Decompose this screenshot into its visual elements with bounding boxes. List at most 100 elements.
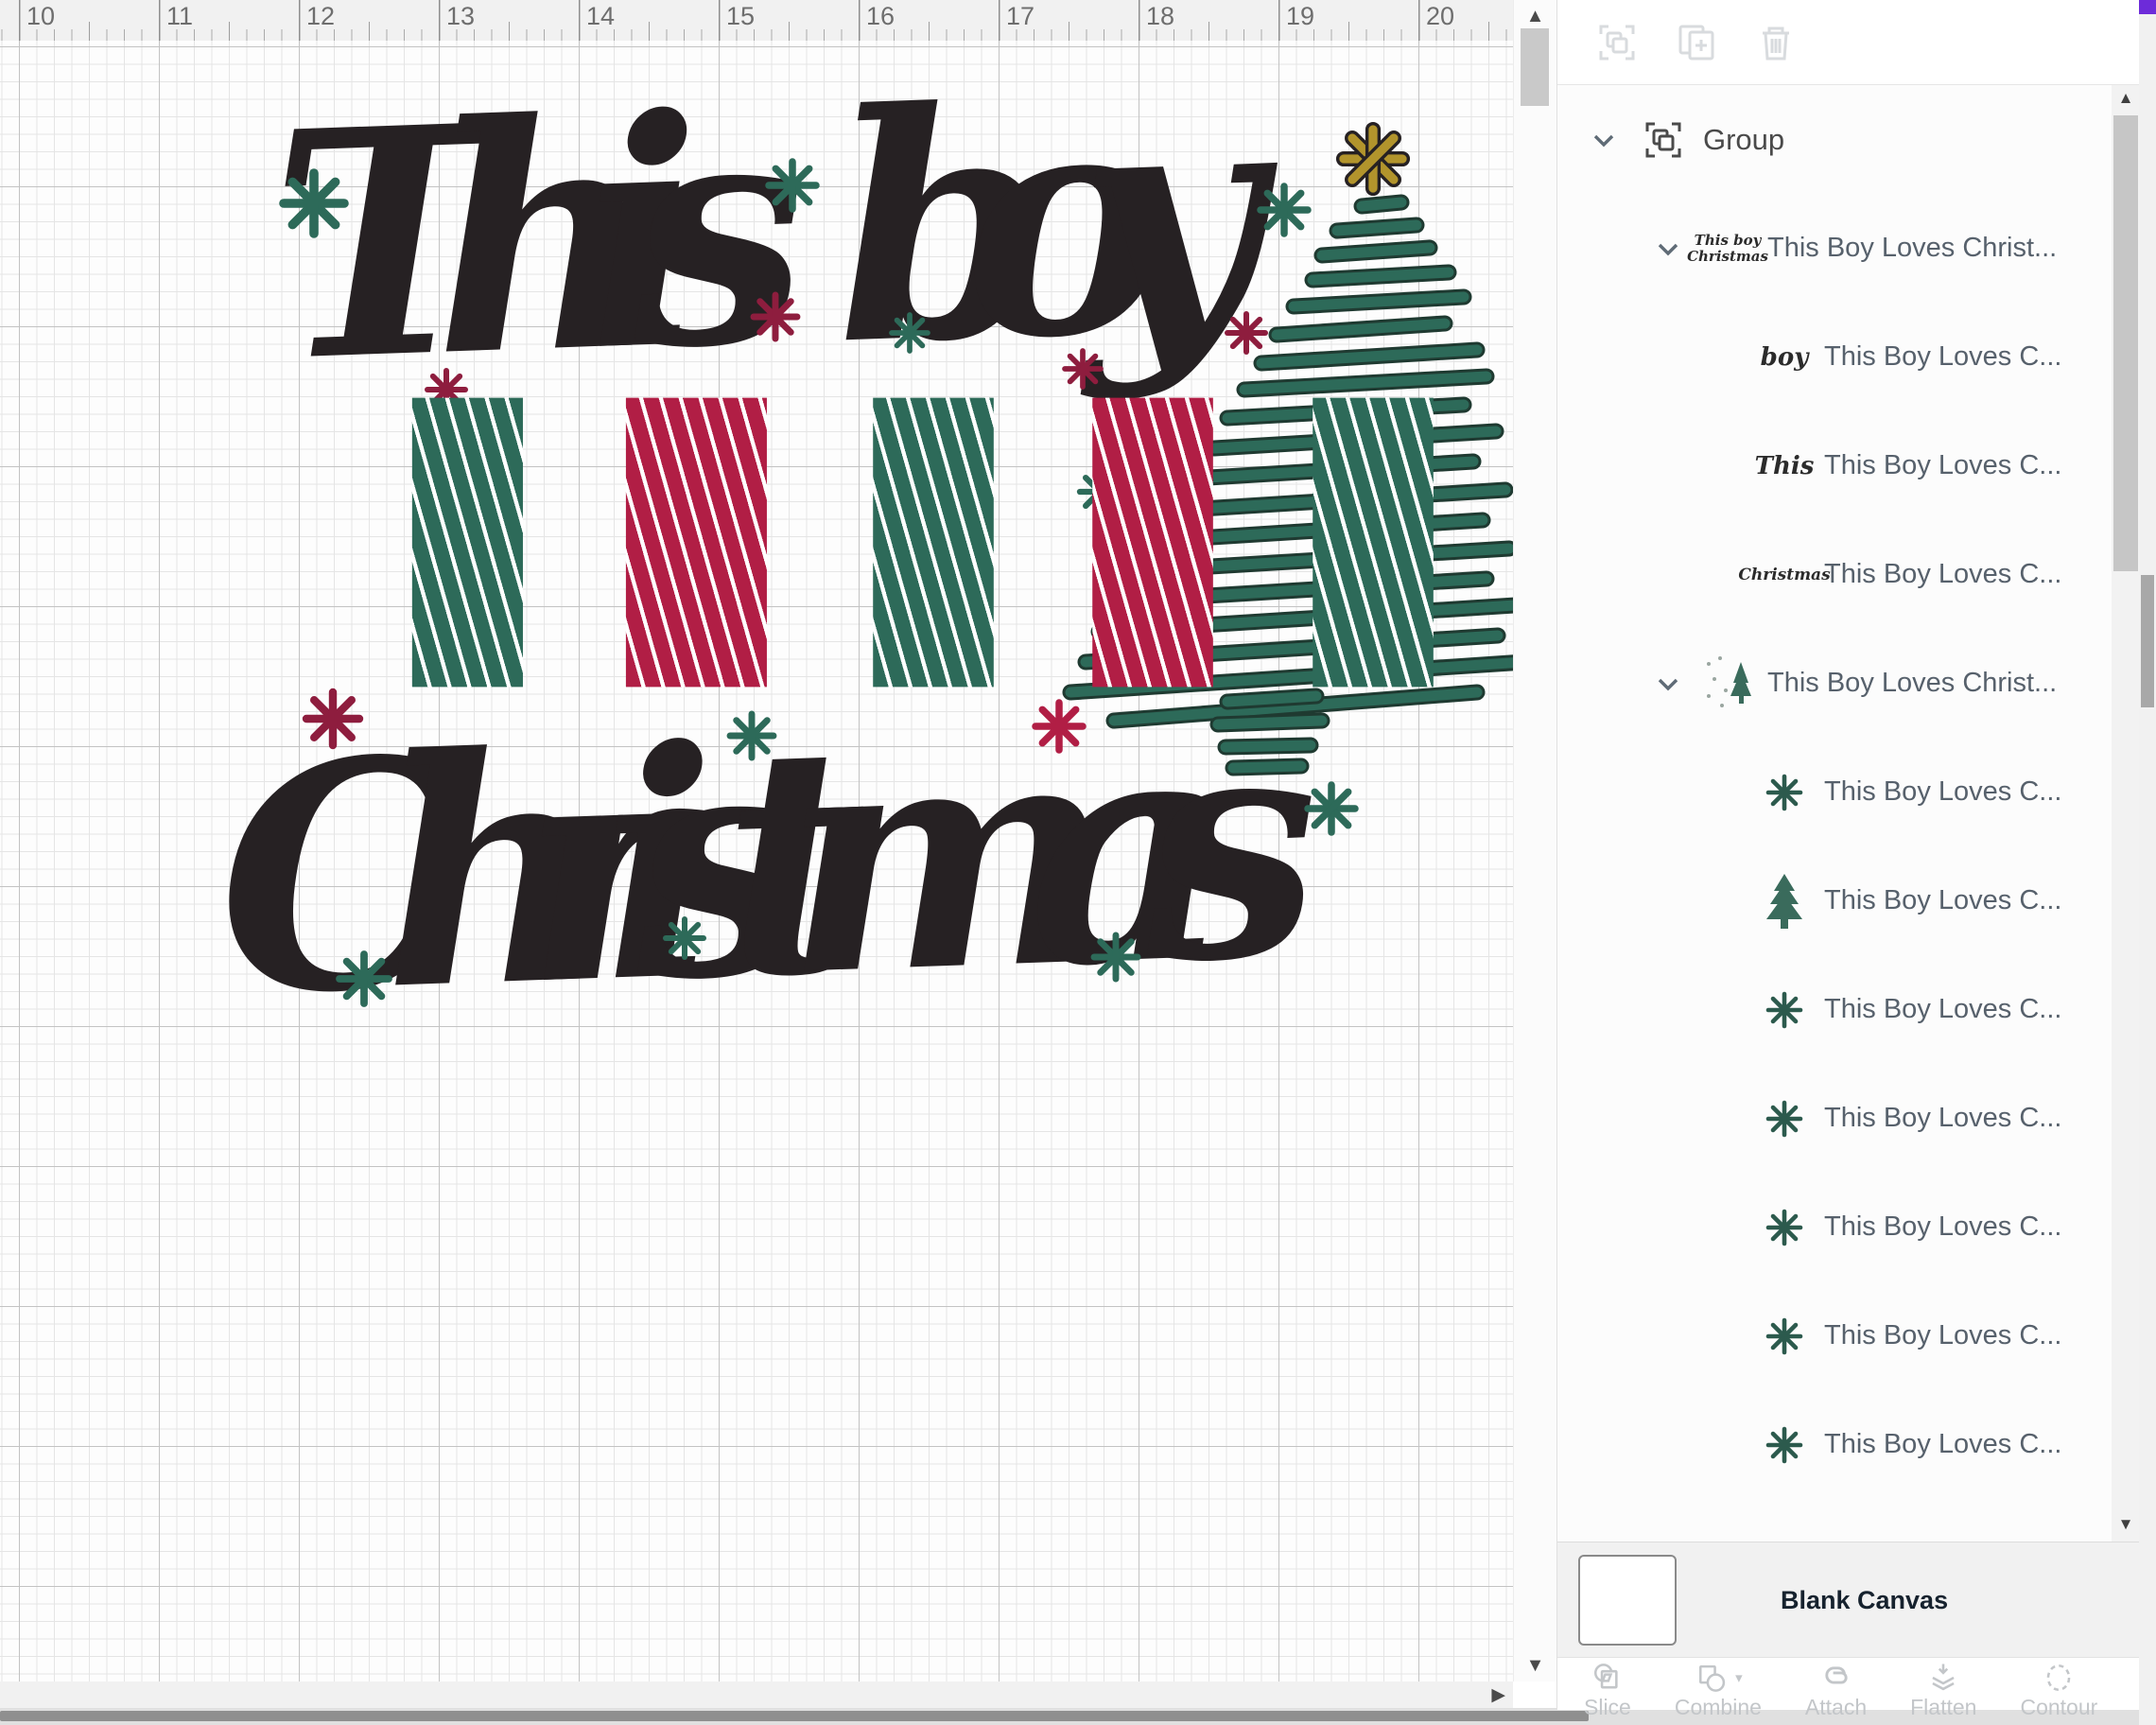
blank-canvas-thumbnail[interactable] <box>1578 1555 1677 1646</box>
ruler-number: 19 <box>1286 2 1315 30</box>
loves-letter[interactable]: V <box>873 397 995 688</box>
slice-icon <box>1593 1664 1618 1689</box>
layers-scroll-up-icon[interactable]: ▲ <box>2112 89 2140 108</box>
snowflake-thumbnail <box>1758 759 1811 826</box>
ruler-number: 11 <box>166 2 194 30</box>
scroll-down-icon[interactable]: ▼ <box>1514 1655 1556 1677</box>
layers-scroll-down-icon[interactable]: ▼ <box>2112 1515 2140 1534</box>
ruler-number: 14 <box>586 2 616 30</box>
chevron-down-icon[interactable] <box>1588 124 1620 156</box>
horizontal-ruler: 10 11 12 13 14 15 16 17 18 19 20 <box>0 0 1513 42</box>
scroll-right-icon[interactable]: ▶ <box>1491 1684 1505 1706</box>
attach-button[interactable]: Attach <box>1805 1658 1867 1719</box>
tree-thumbnail <box>1758 868 1811 934</box>
layer-label: This Boy Loves C... <box>1824 559 2062 589</box>
window-vertical-scrollbar[interactable] <box>2139 0 2156 1725</box>
text-layers-thumbnail: This boy Christmas <box>1687 231 1768 265</box>
text-layer-thumbnail: boy <box>1760 342 1809 372</box>
layer-label: This Boy Loves Christ... <box>1767 668 2058 698</box>
layers-panel-toolbar <box>1557 0 2140 85</box>
layer-label: This Boy Loves C... <box>1824 885 2062 915</box>
loves-letter[interactable]: E <box>1092 397 1214 688</box>
layer-label: This Boy Loves C... <box>1824 776 2062 807</box>
canvas-grid[interactable] <box>0 41 1513 1681</box>
layer-label: Group <box>1703 122 1785 156</box>
group-button[interactable] <box>1595 21 1639 64</box>
vertical-scroll-thumb[interactable] <box>1521 28 1549 106</box>
layer-row[interactable]: This Boy Loves C... <box>1557 1390 2112 1499</box>
action-label: Slice <box>1584 1695 1631 1719</box>
flatten-button[interactable]: Flatten <box>1910 1658 1976 1719</box>
layers-panel: Group This boy Christmas This Boy Loves Ch… <box>1556 0 2156 1719</box>
chevron-down-icon[interactable] <box>1652 233 1684 265</box>
ruler-number: 10 <box>26 2 56 30</box>
ruler-number: 15 <box>726 2 756 30</box>
layer-label: This Boy Loves C... <box>1824 450 2062 480</box>
layer-row[interactable]: This Boy Loves C... <box>1557 1173 2112 1281</box>
action-label: Attach <box>1804 1695 1868 1719</box>
layer-row[interactable]: This Boy Loves C... <box>1557 1064 2112 1173</box>
layer-row[interactable]: This Boy Loves C... <box>1557 738 2112 846</box>
duplicate-button[interactable] <box>1675 21 1718 64</box>
snowflake-thumbnail <box>1758 1086 1811 1152</box>
chevron-down-icon[interactable] <box>1652 668 1684 700</box>
layers-scrollbar[interactable]: ▲ ▼ <box>2112 85 2140 1542</box>
contour-button[interactable]: Contour <box>2020 1658 2097 1719</box>
action-label: Contour <box>2020 1695 2098 1719</box>
layer-row[interactable]: Christmas This Boy Loves C... <box>1557 520 2112 629</box>
layer-label: This Boy Loves C... <box>1824 1103 2062 1133</box>
ruler-number: 12 <box>306 2 336 30</box>
layer-row[interactable]: This Boy Loves C... <box>1557 846 2112 955</box>
blank-canvas-label: Blank Canvas <box>1781 1585 1949 1614</box>
scroll-up-icon[interactable]: ▲ <box>1514 6 1556 27</box>
slice-button[interactable]: Slice <box>1584 1658 1631 1719</box>
layer-row-group[interactable]: Group <box>1557 85 2112 194</box>
design-word-loves[interactable]: LOVES <box>367 397 1434 688</box>
canvas-vertical-scrollbar[interactable]: ▲ ▼ <box>1513 0 1556 1681</box>
window-scrollbar-cap <box>2139 0 2156 14</box>
ruler-number: 17 <box>1006 2 1035 30</box>
layer-actions-bar: Slice ▾ Combine Attach Flatten Contour <box>1557 1657 2156 1719</box>
window-scroll-thumb[interactable] <box>2141 575 2154 707</box>
text-layer-thumbnail: Christmas <box>1738 565 1831 584</box>
loves-letter[interactable]: L <box>411 397 523 688</box>
horizontal-scroll-thumb[interactable] <box>0 1711 1589 1721</box>
contour-icon <box>2047 1664 2071 1692</box>
design-app: 10 11 12 13 14 15 16 17 18 19 20 This boy Christma… <box>0 0 2156 1725</box>
layers-scroll-thumb[interactable] <box>2113 115 2138 571</box>
snowflake-thumbnail <box>1758 1194 1811 1261</box>
layer-row[interactable]: This Boy Loves C... <box>1557 1281 2112 1390</box>
layer-label: This Boy Loves C... <box>1824 1320 2062 1350</box>
canvas-horizontal-scrollbar[interactable]: ▶ <box>0 1681 1513 1708</box>
layer-row[interactable]: This boy Christmas This Boy Loves Christ..… <box>1557 194 2112 303</box>
layer-label: This Boy Loves C... <box>1824 1429 2062 1459</box>
group-icon <box>1637 107 1690 173</box>
combine-icon <box>1699 1664 1726 1692</box>
layer-label: This Boy Loves C... <box>1824 1211 2062 1242</box>
action-label: Combine <box>1674 1695 1762 1719</box>
layer-label: This Boy Loves Christ... <box>1767 233 2058 263</box>
layer-row[interactable]: boy This Boy Loves C... <box>1557 303 2112 411</box>
snowflake-thumbnail <box>1758 1412 1811 1478</box>
loves-letter[interactable]: S <box>1312 397 1434 688</box>
blank-canvas-row[interactable]: Blank Canvas <box>1557 1542 2140 1658</box>
attach-icon <box>1824 1666 1848 1684</box>
layer-row[interactable]: This Boy Loves Christ... <box>1557 629 2112 738</box>
caret-down-icon: ▾ <box>1735 1670 1743 1686</box>
layers-list: Group This boy Christmas This Boy Loves Ch… <box>1557 85 2112 1542</box>
ruler-number: 20 <box>1426 2 1455 30</box>
layer-label: This Boy Loves C... <box>1824 341 2062 372</box>
layer-row[interactable]: This This Boy Loves C... <box>1557 411 2112 520</box>
canvas-area[interactable]: 10 11 12 13 14 15 16 17 18 19 20 This boy Christma… <box>0 0 1556 1708</box>
layer-row[interactable]: This Boy Loves C... <box>1557 955 2112 1064</box>
snowflake-thumbnail <box>1758 977 1811 1043</box>
snowflake-thumbnail <box>1758 1303 1811 1369</box>
delete-button[interactable] <box>1754 21 1798 64</box>
text-layer-thumbnail: This <box>1754 451 1815 480</box>
ruler-number: 16 <box>866 2 895 30</box>
loves-letter[interactable]: O <box>625 397 767 688</box>
ruler-number: 13 <box>446 2 476 30</box>
tree-group-thumbnail <box>1701 651 1754 717</box>
flatten-icon <box>1932 1664 1955 1691</box>
combine-button[interactable]: ▾ Combine <box>1675 1658 1762 1719</box>
